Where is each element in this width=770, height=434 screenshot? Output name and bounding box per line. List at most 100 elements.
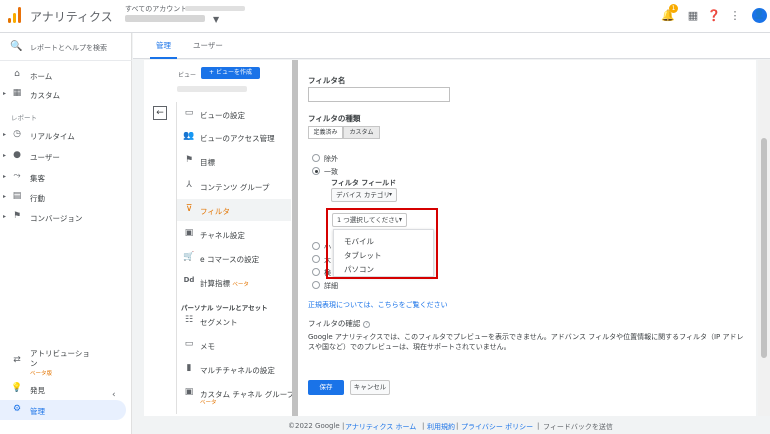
lightbulb-icon: 💡 (11, 383, 23, 393)
beta-badge: ベータ (200, 400, 217, 406)
view-item-label: 計算指標 ベータ (200, 279, 249, 288)
avatar[interactable]: 👤 (752, 8, 767, 23)
footer-separator: | (422, 422, 425, 430)
clock-icon: ◷ (13, 129, 21, 139)
sidebar-item-custom[interactable]: ▸ ▦ カスタム (0, 84, 132, 104)
top-bar: アナリティクス すべてのアカウント › ▼ 🔔 1 ▦ ❓ ⋮ 👤 (0, 0, 770, 33)
help-circle-icon[interactable]: ? (363, 320, 371, 328)
sidebar-item-acquisition[interactable]: ▸ ⤳ 集客 (0, 167, 132, 187)
view-item-ecommerce[interactable]: 🛒 e コマースの設定 (177, 247, 291, 269)
sidebar-item-realtime[interactable]: ▸ ◷ リアルタイム (0, 125, 132, 145)
help-icon[interactable]: ❓ (707, 9, 721, 23)
view-item-label: フィルタ (200, 207, 230, 216)
sidebar-item-conversion[interactable]: ▸ ⚑ コンバージョン (0, 207, 132, 227)
tab-user[interactable]: ユーザー (193, 40, 223, 51)
create-view-button[interactable]: + ビューを作成 (201, 67, 260, 79)
view-item-calculated-metrics[interactable]: Dd 計算指標 ベータ (177, 271, 291, 293)
sidebar-item-label: 発見 (30, 386, 45, 395)
view-item-segments[interactable]: ☷ セグメント (177, 310, 291, 332)
account-name-redacted (185, 6, 245, 11)
footer-separator: | (537, 422, 540, 430)
radio-advanced[interactable] (312, 281, 320, 289)
beta-badge: ベータ版 (30, 371, 53, 377)
privacy-link[interactable]: プライバシー ポリシー (461, 422, 533, 432)
view-item-filter[interactable]: ⊽ フィルタ (177, 199, 291, 221)
bar-chart-icon: ▮ (186, 363, 192, 373)
radio-exclude-label: 除外 (324, 155, 338, 163)
filter-name-input[interactable] (308, 87, 450, 102)
view-item-content-group[interactable]: ⅄ コンテンツ グループ (177, 175, 291, 197)
sidebar-item-label: ホーム (30, 72, 53, 81)
sidebar: 🔍 レポートとヘルプを検索 ⌂ ホーム ▸ ▦ カスタム レポート ▸ ◷ リア… (0, 33, 132, 434)
radio-lowercase[interactable] (312, 242, 320, 250)
radio-search-replace[interactable] (312, 268, 320, 276)
filter-field-dropdown[interactable]: デバイス カテゴリ ▾ (331, 188, 397, 202)
active-tab-indicator (150, 57, 177, 59)
view-item-access[interactable]: 👥 ビューのアクセス管理 (177, 126, 291, 148)
flag-icon: ⚑ (12, 211, 22, 221)
document-icon: ▭ (184, 108, 194, 118)
expand-arrow-icon: ▸ (3, 152, 7, 159)
save-button[interactable]: 保存 (308, 380, 344, 395)
view-item-settings[interactable]: ▭ ビューの設定 (177, 103, 291, 125)
notification-badge: 1 (669, 4, 678, 13)
sidebar-item-attribution[interactable]: ⇄ アトリビューション ベータ版 (0, 346, 132, 377)
dd-icon: Dd (183, 276, 195, 284)
sidebar-item-label: アトリビューション (30, 349, 90, 368)
sidebar-item-home[interactable]: ⌂ ホーム (0, 65, 132, 85)
sidebar-item-label: カスタム (30, 91, 60, 100)
view-item-label: メモ (200, 342, 215, 351)
chevron-down-icon[interactable]: ▼ (213, 15, 219, 24)
gear-icon: ⚙ (12, 404, 22, 414)
view-item-goals[interactable]: ⚑ 目標 (177, 150, 291, 172)
radio-include[interactable] (312, 167, 320, 175)
analytics-home-link[interactable]: アナリティクス ホーム (345, 422, 416, 432)
dropdown-value: デバイス カテゴリ (336, 191, 390, 199)
property-selector-redacted[interactable] (125, 15, 205, 22)
view-item-label: ビューのアクセス管理 (200, 134, 275, 143)
analytics-logo-icon[interactable] (8, 7, 22, 23)
search-input[interactable]: レポートとヘルプを検索 (30, 43, 107, 53)
cancel-button[interactable]: キャンセル (350, 380, 390, 395)
sidebar-item-label: コンバージョン (30, 214, 83, 223)
sidebar-item-label: 集客 (30, 174, 45, 183)
channel-group-icon: ▣ (184, 387, 194, 397)
more-vert-icon[interactable]: ⋮ (728, 9, 742, 23)
flag-icon: ⚑ (184, 155, 194, 165)
radio-exclude[interactable] (312, 154, 320, 162)
custom-tab-button[interactable]: カスタム (343, 126, 380, 139)
apps-grid-icon[interactable]: ▦ (686, 9, 700, 23)
view-selector-redacted[interactable] (177, 86, 247, 92)
filter-field-label: フィルタ フィールド (331, 179, 397, 187)
collapse-sidebar-icon[interactable]: ‹ (112, 390, 116, 400)
search-bar[interactable]: 🔍 レポートとヘルプを検索 (0, 33, 132, 61)
scrollbar[interactable] (758, 60, 770, 416)
chevron-down-icon: ▾ (388, 191, 392, 198)
radio-uppercase[interactable] (312, 255, 320, 263)
sidebar-item-admin[interactable]: ⚙ 管理 (0, 400, 126, 420)
view-item-annotations[interactable]: ▭ メモ (177, 334, 291, 356)
radio-advanced-label: 詳細 (324, 282, 338, 290)
sidebar-item-behavior[interactable]: ▸ ▤ 行動 (0, 187, 132, 207)
regex-help-link[interactable]: 正規表現については、こちらをご覧ください (308, 300, 448, 310)
terms-link[interactable]: 利用規約 (427, 422, 455, 432)
app-title: アナリティクス (30, 10, 113, 24)
attribution-icon: ⇄ (13, 355, 21, 365)
view-item-channel-settings[interactable]: ▣ チャネル設定 (177, 223, 291, 245)
feedback-link[interactable]: フィードバックを送信 (543, 422, 613, 432)
view-item-label: ビューの設定 (200, 111, 245, 120)
back-arrow-icon[interactable]: ← (153, 106, 167, 120)
view-item-custom-channel-group[interactable]: ▣ カスタム チャネル グループ ベータ (177, 382, 295, 412)
predefined-tab-button[interactable]: 定義済み (308, 126, 343, 139)
sidebar-item-label: リアルタイム (30, 132, 75, 141)
person-walk-icon: ⅄ (186, 180, 192, 190)
view-item-multichannel[interactable]: ▮ マルチチャネルの設定 (177, 358, 291, 380)
admin-tabs: 管理 ユーザー (133, 33, 770, 59)
behavior-icon: ▤ (12, 191, 22, 201)
scrollbar-thumb[interactable] (761, 138, 767, 358)
account-breadcrumb[interactable]: すべてのアカウント › (125, 4, 192, 14)
tab-admin[interactable]: 管理 (156, 40, 171, 51)
sidebar-item-label: 管理 (30, 407, 45, 416)
radio-include-label: 一致 (324, 168, 338, 176)
sidebar-item-audience[interactable]: ▸ ● ユーザー (0, 146, 132, 166)
